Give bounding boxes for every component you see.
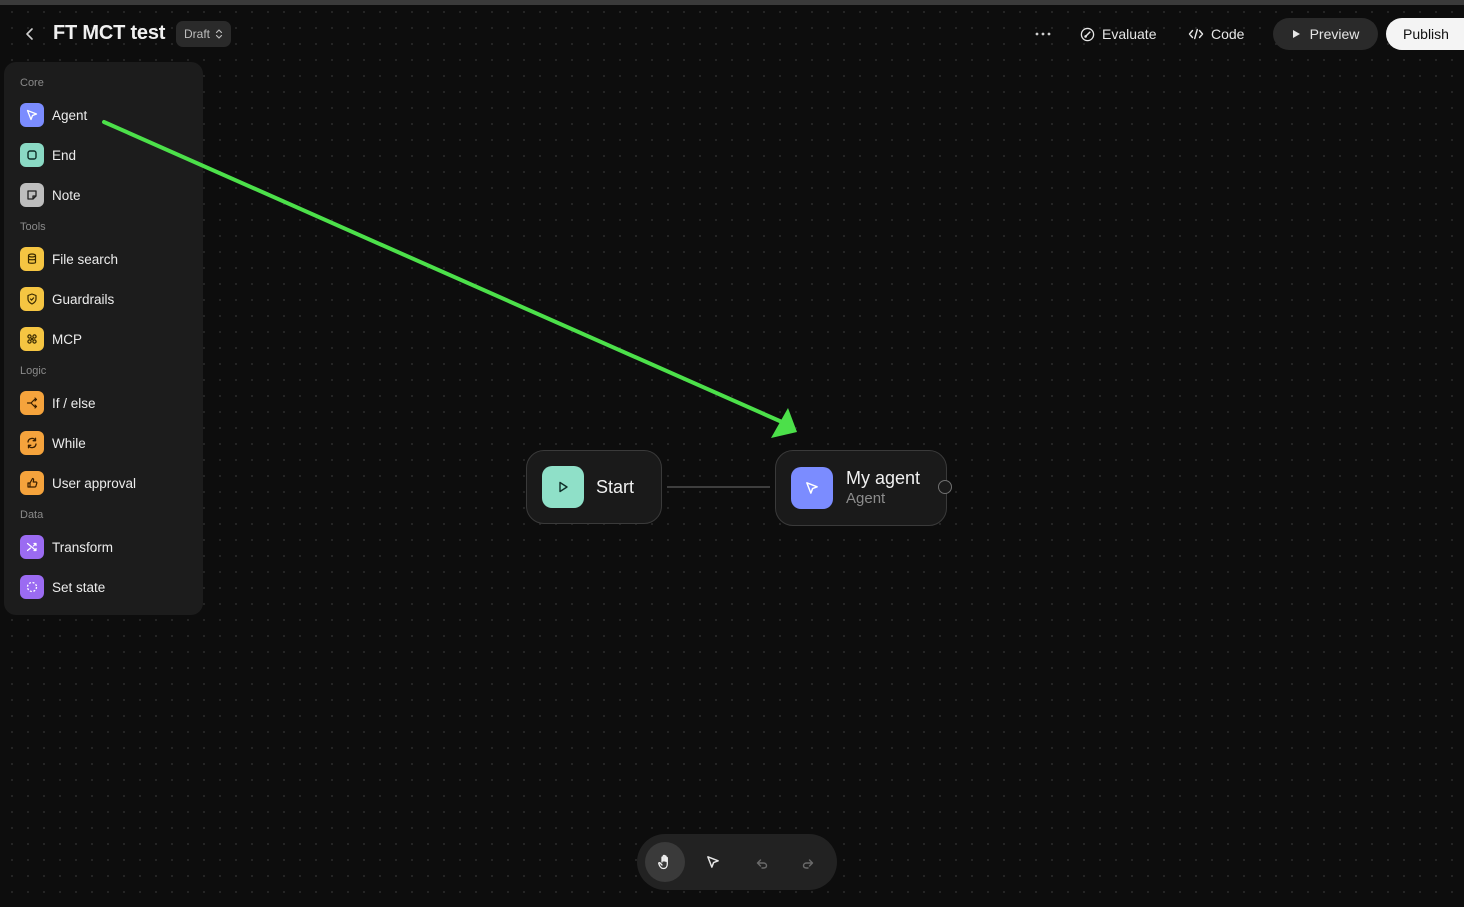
canvas-overlay [102,120,797,488]
annotation-arrow-head [771,408,797,438]
annotation-arrow-shaft [102,120,784,424]
pointer-icon [707,856,719,868]
canvas-toolbar [637,834,837,890]
redo-button[interactable] [789,842,829,882]
select-tool-button[interactable] [693,842,733,882]
agent-node-name: My agent [846,468,921,488]
play-icon [542,466,584,508]
agent-node-type: Agent [846,490,886,507]
hand-tool-button[interactable] [645,842,685,882]
start-node-label: Start [596,476,635,497]
redo-icon [802,859,814,869]
undo-button[interactable] [741,842,781,882]
agent-output-handle[interactable] [938,480,952,494]
hand-icon [658,854,668,870]
agent-cursor-icon [791,467,833,509]
undo-icon [756,859,768,869]
start-node[interactable]: Start [526,450,662,524]
agent-node[interactable]: My agent Agent [775,450,947,526]
